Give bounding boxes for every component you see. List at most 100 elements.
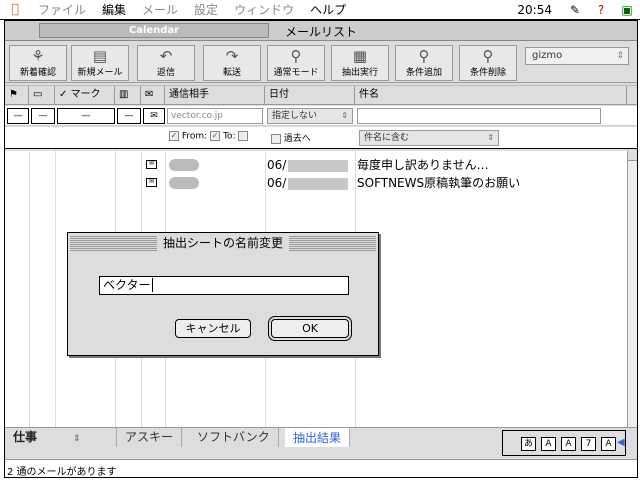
- message-date: 06/: [267, 157, 349, 173]
- delete-condition-button[interactable]: ⚲ 条件削除: [459, 45, 517, 81]
- sender-redacted: [169, 177, 199, 189]
- window-titlebar[interactable]: Calendar メールリスト: [5, 21, 637, 41]
- dialog-titlebar[interactable]: 抽出シートの名前変更: [70, 235, 376, 251]
- chevron-updown-icon: ⇕: [73, 434, 81, 444]
- chevron-updown-icon: ⇕: [616, 51, 624, 61]
- column-header-row: ⚑ ▭ ✓ マーク ▥ ✉ 通信相手 日付 件名: [5, 85, 637, 105]
- menu-settings[interactable]: 設定: [186, 0, 226, 20]
- folder-column-icon[interactable]: ▭: [29, 86, 55, 104]
- dialog-title: 抽出シートの名前変更: [156, 235, 290, 251]
- attachment-column-icon[interactable]: ▥: [115, 86, 141, 104]
- message-date: 06/: [267, 175, 349, 191]
- tab-extraction-results[interactable]: 抽出結果: [285, 428, 351, 447]
- correspondent-column-header[interactable]: 通信相手: [165, 86, 265, 104]
- column-divider: [29, 151, 30, 427]
- input-palette: あ A A 7 A ◀: [502, 430, 626, 456]
- check-new-mail-button[interactable]: ⚘ 新着確認: [9, 45, 67, 81]
- palette-input-mode-icon[interactable]: あ: [521, 437, 536, 451]
- reply-icon: ↶: [159, 47, 173, 65]
- menu-bar:  ファイル 編集 メール 設定 ウィンドウ ヘルプ 20:54 ✎ ? ▣: [0, 0, 640, 20]
- calendar-tab[interactable]: Calendar: [39, 23, 269, 38]
- past-option: 過去へ: [271, 131, 311, 144]
- forward-icon: ↷: [225, 47, 239, 65]
- date-redacted: [288, 159, 349, 172]
- palette-button-a2[interactable]: A: [561, 437, 576, 451]
- apple-menu-icon[interactable]: : [0, 0, 30, 20]
- mailbox-icon: ⚘: [31, 47, 45, 65]
- date-column-header[interactable]: 日付: [265, 86, 355, 104]
- window-title: メールリスト: [285, 25, 358, 39]
- flag-filter[interactable]: —: [7, 108, 29, 124]
- normal-mode-button[interactable]: ⚲ 通常モード: [267, 45, 325, 81]
- new-mail-button[interactable]: ▤ 新規メール: [71, 45, 129, 81]
- menu-mail[interactable]: メール: [134, 0, 186, 20]
- column-divider: [55, 151, 56, 427]
- envelope-icon: ✉: [146, 160, 157, 169]
- mark-column-header[interactable]: ✓ マーク: [55, 86, 115, 104]
- unchecked-box[interactable]: [238, 131, 249, 141]
- palette-collapse-icon[interactable]: ◀: [617, 437, 625, 448]
- mark-filter[interactable]: —: [57, 108, 115, 124]
- envelope-column-icon[interactable]: ✉: [141, 86, 165, 104]
- scroll-up-arrow[interactable]: [628, 151, 637, 161]
- account-select[interactable]: gizmo ⇕: [525, 47, 629, 65]
- sender-redacted: [169, 159, 199, 171]
- vertical-scrollbar[interactable]: [627, 151, 637, 427]
- menubar-extras: 20:54 ✎ ? ▣: [517, 0, 636, 20]
- palette-button-a1[interactable]: A: [541, 437, 556, 451]
- tab-ascii[interactable]: アスキー: [117, 428, 183, 447]
- from-checkbox[interactable]: ✓: [169, 131, 179, 141]
- help-icon[interactable]: ?: [592, 2, 610, 18]
- ok-button[interactable]: OK: [271, 319, 349, 338]
- menu-edit[interactable]: 編集: [94, 0, 134, 20]
- palette-button-a3[interactable]: A: [601, 437, 616, 451]
- filter-options-row: ✓ From: ✓ To: 過去へ 件名に含む ⇕: [5, 127, 637, 149]
- tab-work[interactable]: 仕事 ⇕: [5, 428, 117, 447]
- cancel-button[interactable]: キャンセル: [175, 319, 251, 338]
- run-extraction-button[interactable]: ▦ 抽出実行: [331, 45, 389, 81]
- forward-button[interactable]: ↷ 転送: [203, 45, 261, 81]
- magnifier-plus-icon: ⚲: [418, 47, 430, 65]
- date-filter-select[interactable]: 指定しない ⇕: [267, 108, 353, 124]
- message-row[interactable]: ✉ 06/ SOFTNEWS原稿執筆のお願い: [5, 175, 627, 191]
- menu-help[interactable]: ヘルプ: [302, 0, 354, 20]
- filter-sheet-icon: ▦: [352, 47, 368, 65]
- tab-softbank[interactable]: ソフトバンク: [189, 428, 279, 447]
- date-redacted: [288, 177, 349, 190]
- sheet-name-input[interactable]: ベクター: [99, 276, 349, 295]
- status-text: 2 通のメールがあります: [7, 467, 117, 478]
- toolbar: ⚘ 新着確認 ▤ 新規メール ↶ 返信 ↷ 転送 ⚲ 通常モード ▦ 抽出実行 …: [5, 43, 637, 83]
- chevron-updown-icon: ⇕: [487, 133, 494, 142]
- envelope-icon: ✉: [146, 178, 157, 187]
- magnifier-minus-icon: ⚲: [482, 47, 494, 65]
- reply-button[interactable]: ↶ 返信: [137, 45, 195, 81]
- add-condition-button[interactable]: ⚲ 条件追加: [395, 45, 453, 81]
- from-to-options: ✓ From: ✓ To:: [169, 131, 249, 142]
- pencil-icon[interactable]: ✎: [566, 2, 584, 18]
- message-row[interactable]: ✉ 06/ 毎度申し訳ありません…: [5, 157, 627, 173]
- message-subject: SOFTNEWS原稿執筆のお願い: [357, 176, 521, 190]
- magnifier-icon: ⚲: [290, 47, 302, 65]
- palette-button-7[interactable]: 7: [581, 437, 596, 451]
- filter-row: — — — — ✉ vector.co.jp 指定しない ⇕: [5, 106, 637, 126]
- subject-filter-input[interactable]: [357, 108, 601, 124]
- subject-column-header[interactable]: 件名: [355, 86, 627, 104]
- past-checkbox[interactable]: [271, 133, 281, 144]
- document-icon: ▤: [92, 47, 108, 65]
- status-bar: 2 通のメールがあります: [5, 459, 637, 478]
- text-cursor: [151, 278, 153, 292]
- flag-column-icon[interactable]: ⚑: [5, 86, 29, 104]
- rename-sheet-dialog: 抽出シートの名前変更 ベクター キャンセル OK: [67, 232, 379, 356]
- app-switcher-icon[interactable]: ▣: [618, 2, 636, 18]
- clock: 20:54: [517, 3, 552, 17]
- message-subject: 毎度申し訳ありません…: [357, 158, 489, 172]
- correspondent-filter-input[interactable]: vector.co.jp: [167, 108, 263, 124]
- to-checkbox[interactable]: ✓: [210, 131, 221, 141]
- envelope-filter[interactable]: ✉: [143, 108, 165, 124]
- chevron-updown-icon: ⇕: [341, 111, 348, 120]
- folder-filter[interactable]: —: [31, 108, 55, 124]
- subject-mode-select[interactable]: 件名に含む ⇕: [359, 130, 499, 146]
- attachment-filter[interactable]: —: [117, 108, 141, 124]
- menu-window[interactable]: ウィンドウ: [226, 0, 302, 20]
- menu-file[interactable]: ファイル: [30, 0, 94, 20]
